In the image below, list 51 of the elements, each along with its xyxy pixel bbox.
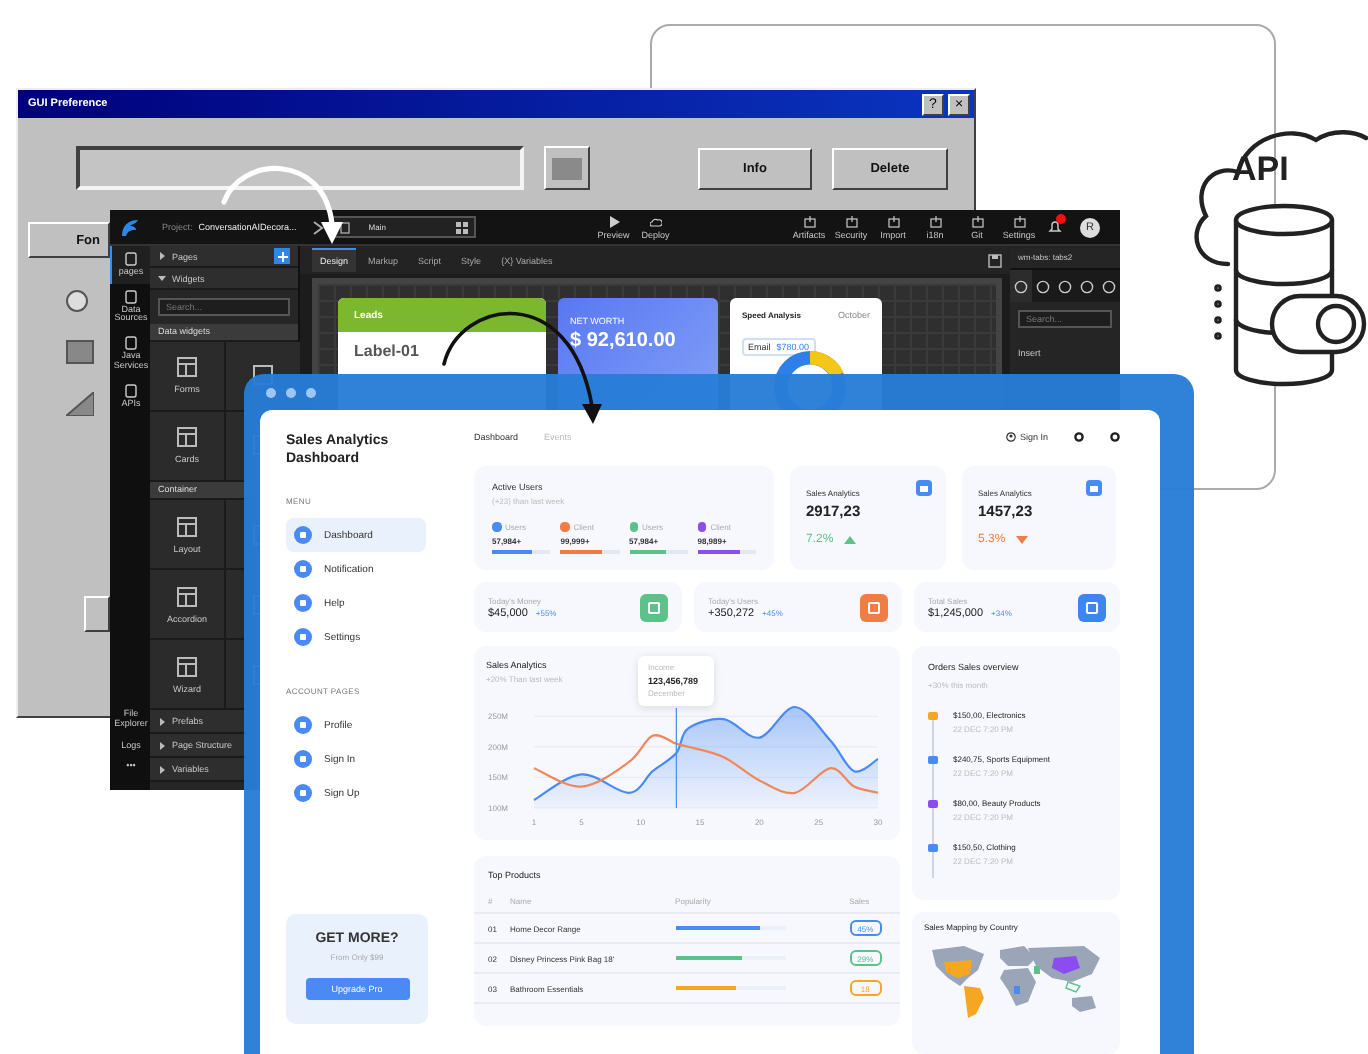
- text-field[interactable]: [76, 146, 524, 190]
- window-dot: [266, 387, 276, 397]
- tray-icon: [845, 215, 857, 227]
- radio-icon: [66, 290, 88, 312]
- caret-icon[interactable]: [158, 765, 166, 773]
- square-icon: [66, 340, 94, 364]
- add-button[interactable]: [274, 248, 290, 265]
- widget-icon: [176, 515, 198, 537]
- widget-icon: [176, 426, 198, 449]
- tray-icon: [971, 215, 983, 227]
- card-label: Label-01: [354, 342, 421, 360]
- tray-icon: [887, 215, 899, 227]
- circle-icon: [294, 716, 312, 734]
- caret-icon[interactable]: [158, 741, 166, 749]
- page-icon: [124, 336, 138, 351]
- triangle-icon: [66, 392, 94, 416]
- circle-icon: [294, 560, 312, 578]
- play-icon: [607, 215, 620, 227]
- settings-icon[interactable]: [1110, 431, 1120, 441]
- card-value: $ 92,610.00: [570, 330, 678, 352]
- tray-icon: [929, 215, 941, 227]
- grid-icon: [456, 221, 469, 233]
- widget-icon: [176, 585, 198, 607]
- tray-icon: [1013, 215, 1025, 227]
- circle-icon: [294, 526, 312, 544]
- page-icon: [124, 289, 138, 304]
- circle-icon: [294, 750, 312, 768]
- chevron-icon: [312, 219, 325, 235]
- document-icon: [340, 221, 351, 233]
- dialog-button[interactable]: [84, 596, 110, 632]
- bell-icon[interactable]: [1047, 220, 1061, 234]
- cloud-icon: [649, 215, 662, 227]
- widget-icon: [176, 356, 198, 379]
- tray-icon: [803, 215, 815, 227]
- window-dot: [306, 387, 316, 397]
- save-icon[interactable]: [988, 253, 1002, 267]
- circle-icon: [294, 594, 312, 612]
- reference-line: [675, 706, 677, 808]
- circle-icon: [294, 628, 312, 646]
- page-icon: [124, 252, 138, 266]
- color-button[interactable]: [544, 146, 590, 190]
- logo-icon: [120, 217, 140, 237]
- circle-icon: [294, 784, 312, 802]
- caret-icon[interactable]: [158, 274, 166, 283]
- notification-badge: [1056, 214, 1066, 224]
- page-icon: [124, 383, 138, 398]
- caret-icon[interactable]: [158, 252, 166, 261]
- widget-icon: [176, 655, 198, 677]
- settings-icon[interactable]: [1074, 431, 1084, 441]
- window-dot: [286, 387, 296, 397]
- user-icon: [1005, 431, 1016, 441]
